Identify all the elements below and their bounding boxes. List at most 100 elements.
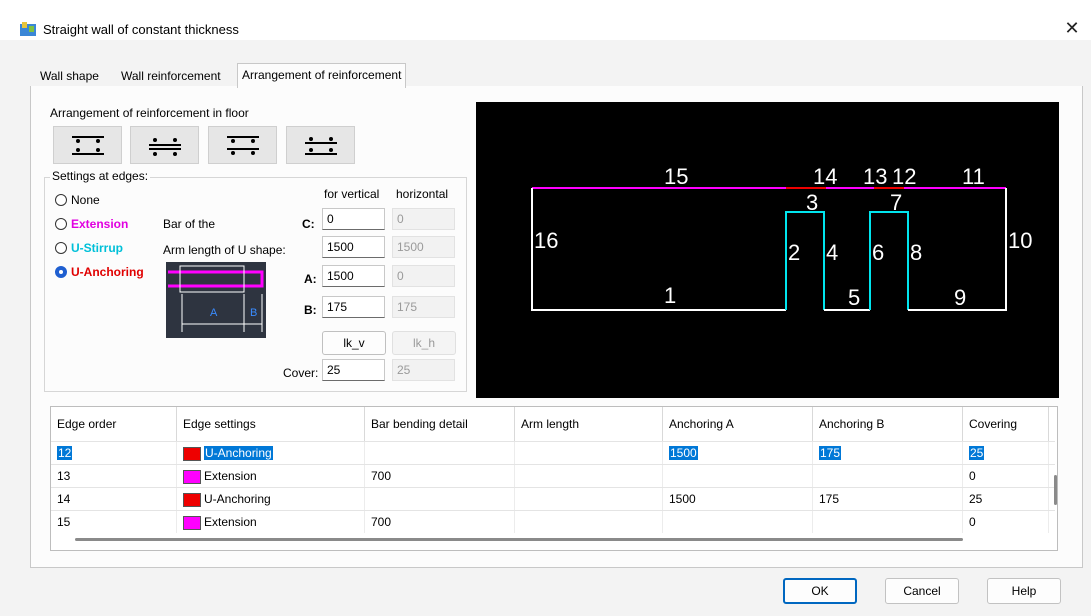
column-header-anchoring-b[interactable]: Anchoring B <box>813 407 963 441</box>
lk-v-button[interactable]: lk_v <box>322 331 386 355</box>
edge-label-10: 10 <box>1008 228 1032 253</box>
cancel-button[interactable]: Cancel <box>885 578 959 604</box>
edge-setting-cell: Extension <box>204 515 257 529</box>
edge-label-5: 5 <box>848 285 860 310</box>
anchoring-a-cell <box>663 511 813 533</box>
radio-u-anchoring[interactable] <box>55 266 67 278</box>
tab-wall-shape[interactable]: Wall shape <box>36 67 103 86</box>
edge-label-11: 11 <box>962 164 985 189</box>
close-icon[interactable]: ✕ <box>1062 18 1082 38</box>
anchoring-b-cell <box>813 465 963 487</box>
help-button[interactable]: Help <box>987 578 1061 604</box>
edge-label-4: 4 <box>826 240 838 265</box>
covering-cell: 0 <box>963 511 1049 533</box>
diagram-b-label: B <box>250 307 257 319</box>
column-header-anchoring-a[interactable]: Anchoring A <box>663 407 813 441</box>
wall-edge-sketch[interactable]: 1 2 3 4 5 6 7 8 9 10 11 12 13 14 15 16 <box>476 102 1059 398</box>
edge-order-cell: 12 <box>57 446 73 460</box>
edge-label-15: 15 <box>664 164 688 189</box>
arm-vertical-input[interactable] <box>322 236 385 258</box>
covering-cell: 25 <box>963 488 1049 510</box>
floor-arrangement-label: Arrangement of reinforcement in floor <box>50 106 249 120</box>
bar-of-the-label: Bar of the <box>163 217 216 231</box>
horizontal-scrollbar[interactable] <box>75 538 963 541</box>
floor-arrangement-button-2[interactable] <box>130 126 199 164</box>
ok-button[interactable]: OK <box>783 578 857 604</box>
anchoring-b-cell <box>813 511 963 533</box>
anchoring-b-cell: 175 <box>813 488 963 510</box>
floor-arrangement-button-4[interactable] <box>286 126 355 164</box>
radio-u-anchoring-label: U-Anchoring <box>71 265 144 279</box>
u-anchoring-diagram: A B <box>166 262 266 338</box>
column-header-arm-length[interactable]: Arm length <box>515 407 663 441</box>
radio-u-stirrup[interactable] <box>55 242 67 254</box>
cover-label: Cover: <box>283 366 319 380</box>
edge-label-2: 2 <box>788 240 800 265</box>
anchoring-a-cell: 1500 <box>663 488 813 510</box>
table-row[interactable]: 14 U-Anchoring 1500 175 25 <box>51 487 1055 511</box>
arm-length-cell <box>515 442 663 464</box>
edge-color-swatch <box>183 446 201 461</box>
radio-none[interactable] <box>55 194 67 206</box>
app-icon <box>20 22 36 36</box>
edge-label-12: 12 <box>892 164 916 189</box>
anchoring-a-cell: 1500 <box>669 446 698 460</box>
bending-cell <box>365 488 515 510</box>
floor-arrangement-button-3[interactable] <box>208 126 277 164</box>
edge-color-swatch <box>183 492 201 507</box>
edge-label-8: 8 <box>910 240 922 265</box>
column-header-bar-bending-detail[interactable]: Bar bending detail <box>365 407 515 441</box>
a-vertical-input[interactable] <box>322 265 385 287</box>
table-row[interactable]: 13 Extension 700 0 <box>51 464 1055 488</box>
arm-length-cell <box>515 465 663 487</box>
covering-cell: 25 <box>969 446 985 460</box>
column-header-edge-settings[interactable]: Edge settings <box>177 407 365 441</box>
bar-pattern-icon <box>72 136 104 155</box>
table-row[interactable]: 12 U-Anchoring 1500 175 25 <box>51 441 1055 465</box>
bending-cell <box>365 442 515 464</box>
edge-setting-cell: U-Anchoring <box>204 446 273 460</box>
cover-horizontal-input <box>392 359 455 381</box>
edge-label-9: 9 <box>954 285 966 310</box>
radio-extension[interactable] <box>55 218 67 230</box>
tab-arrangement-of-reinforcement[interactable]: Arrangement of reinforcement <box>237 63 407 88</box>
bending-cell: 700 <box>365 465 515 487</box>
arm-horizontal-input <box>392 236 455 258</box>
cover-vertical-input[interactable] <box>322 359 385 381</box>
edge-order-cell: 13 <box>51 465 177 487</box>
edge-setting-cell: Extension <box>204 469 257 483</box>
anchoring-b-cell: 175 <box>819 446 842 460</box>
col-horizontal-label: horizontal <box>396 187 449 201</box>
tab-wall-reinforcement[interactable]: Wall reinforcement <box>117 67 225 86</box>
edge-label-1: 1 <box>664 283 676 308</box>
table-row[interactable]: 15 Extension 700 0 <box>51 510 1055 534</box>
column-header-covering[interactable]: Covering <box>963 407 1049 441</box>
column-header-edge-order[interactable]: Edge order <box>51 407 177 441</box>
radio-none-label: None <box>71 193 100 207</box>
vertical-scrollbar[interactable] <box>1054 475 1057 505</box>
b-label: B: <box>304 303 317 317</box>
bar-pattern-icon <box>305 137 337 155</box>
edge-settings-title: Settings at edges: <box>50 169 151 183</box>
edge-color-swatch <box>183 469 201 484</box>
edge-order-cell: 15 <box>51 511 177 533</box>
b-vertical-input[interactable] <box>322 296 385 318</box>
radio-u-stirrup-label: U-Stirrup <box>71 241 123 255</box>
floor-arrangement-button-1[interactable] <box>53 126 122 164</box>
c-vertical-input[interactable] <box>322 208 385 230</box>
arm-length-cell <box>515 488 663 510</box>
edge-label-6: 6 <box>872 240 884 265</box>
bar-pattern-icon <box>149 138 181 156</box>
a-label: A: <box>304 272 317 286</box>
edge-table: Edge order Edge settings Bar bending det… <box>50 406 1058 551</box>
edge-label-3: 3 <box>806 190 818 215</box>
diagram-a-label: A <box>210 307 218 319</box>
edge-color-swatch <box>183 515 201 530</box>
col-vertical-label: for vertical <box>324 187 380 201</box>
bar-pattern-icon <box>227 136 259 155</box>
edges-16-1 <box>531 188 786 311</box>
anchoring-a-cell <box>663 465 813 487</box>
c-label: C: <box>302 217 315 231</box>
edge-label-14: 14 <box>813 164 837 189</box>
window-title: Straight wall of constant thickness <box>43 22 239 37</box>
